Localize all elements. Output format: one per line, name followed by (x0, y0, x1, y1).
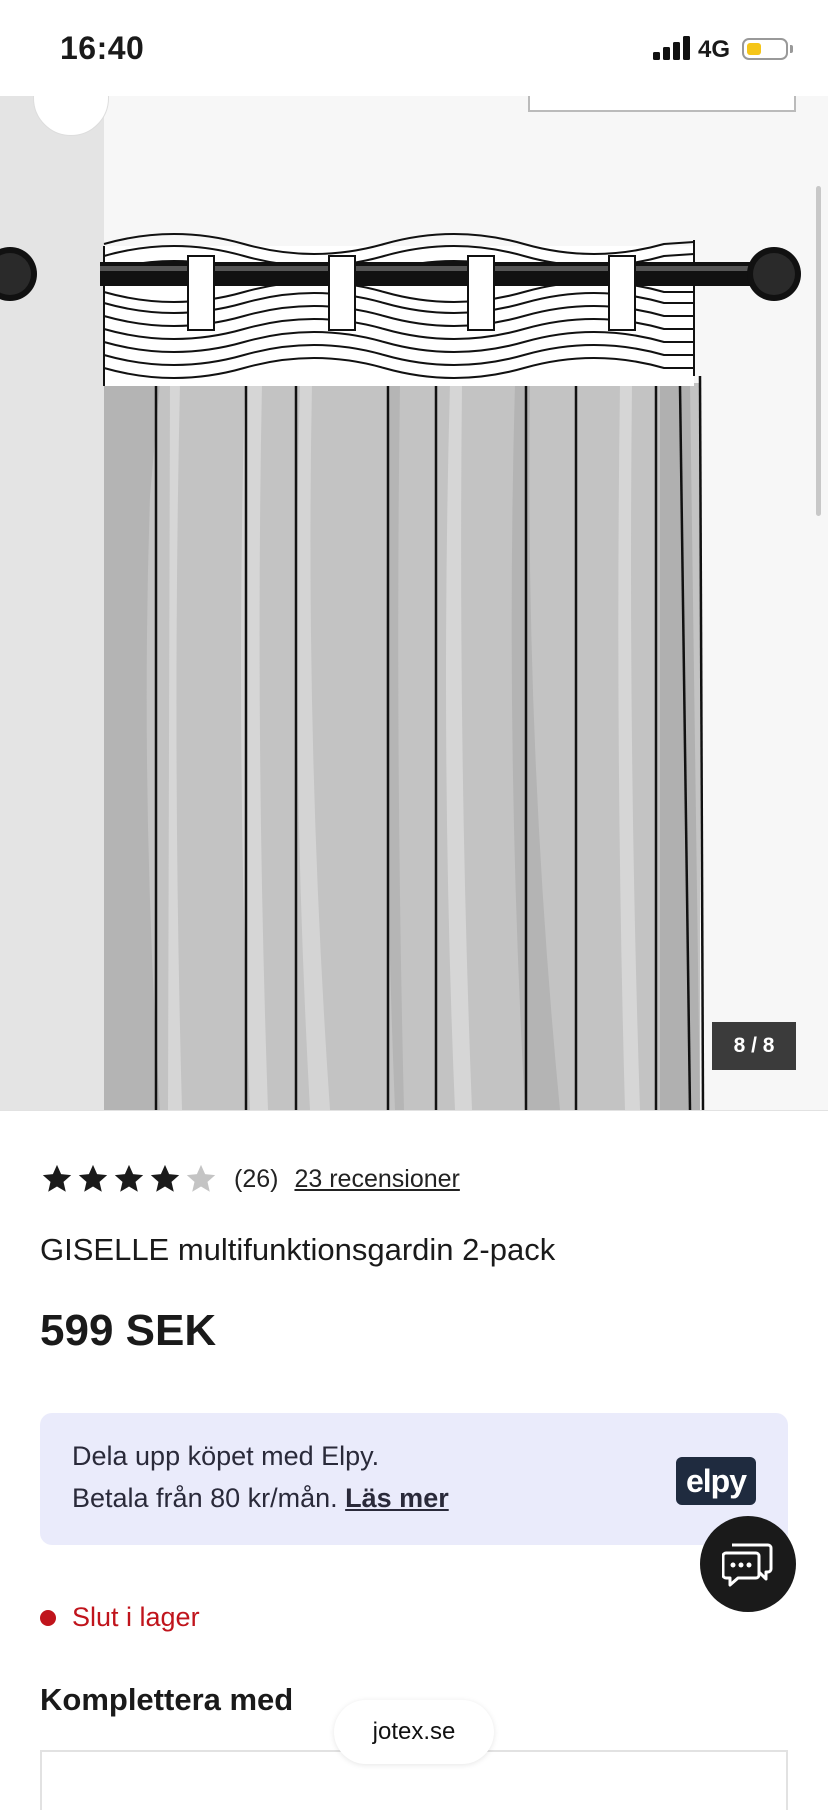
status-bar: 16:40 4G (0, 0, 828, 96)
elpy-financing-banner: Dela upp köpet med Elpy. Betala från 80 … (40, 1413, 788, 1545)
star-icon (78, 1164, 108, 1192)
star-empty-icon (186, 1164, 216, 1192)
elpy-read-more-link[interactable]: Läs mer (345, 1483, 449, 1513)
star-icon (114, 1164, 144, 1192)
rating-count: (26) (234, 1164, 279, 1193)
elpy-payment-text: Betala från 80 kr/mån. Läs mer (72, 1483, 449, 1514)
chat-bubbles-icon (722, 1543, 773, 1587)
elpy-headline: Dela upp köpet med Elpy. (72, 1441, 380, 1471)
battery-cap (790, 45, 793, 53)
reviews-link[interactable]: 23 recensioner (294, 1165, 459, 1194)
complement-heading: Komplettera med (40, 1682, 294, 1717)
stock-status-text: Slut i lager (72, 1602, 200, 1632)
product-price: 599 SEK (40, 1306, 217, 1355)
battery-level (747, 43, 761, 55)
browser-domain-pill[interactable]: jotex.se (334, 1700, 494, 1764)
status-time: 16:40 (60, 30, 145, 66)
image-counter: 8 / 8 (712, 1022, 796, 1070)
product-rating[interactable]: (26) 23 recensioner (40, 1160, 460, 1198)
gallery-scrollbar[interactable] (816, 186, 821, 516)
top-right-control[interactable] (528, 96, 796, 112)
elpy-monthly-price: Betala från 80 kr/mån. (72, 1483, 338, 1513)
star-icon (42, 1164, 72, 1192)
chat-button[interactable] (700, 1516, 796, 1612)
battery-icon (742, 38, 788, 60)
stock-status: Slut i lager (40, 1602, 200, 1633)
product-title: GISELLE multifunktionsgardin 2-pack (40, 1232, 556, 1267)
star-icon (150, 1164, 180, 1192)
curtain-illustration (0, 233, 801, 1110)
elpy-logo: elpy (676, 1457, 756, 1505)
signal-icon (653, 36, 691, 60)
product-image-gallery[interactable]: 8 / 8 (0, 96, 828, 1110)
out-of-stock-dot-icon (40, 1609, 56, 1626)
network-type: 4G (698, 36, 731, 63)
gallery-divider (0, 1110, 828, 1111)
